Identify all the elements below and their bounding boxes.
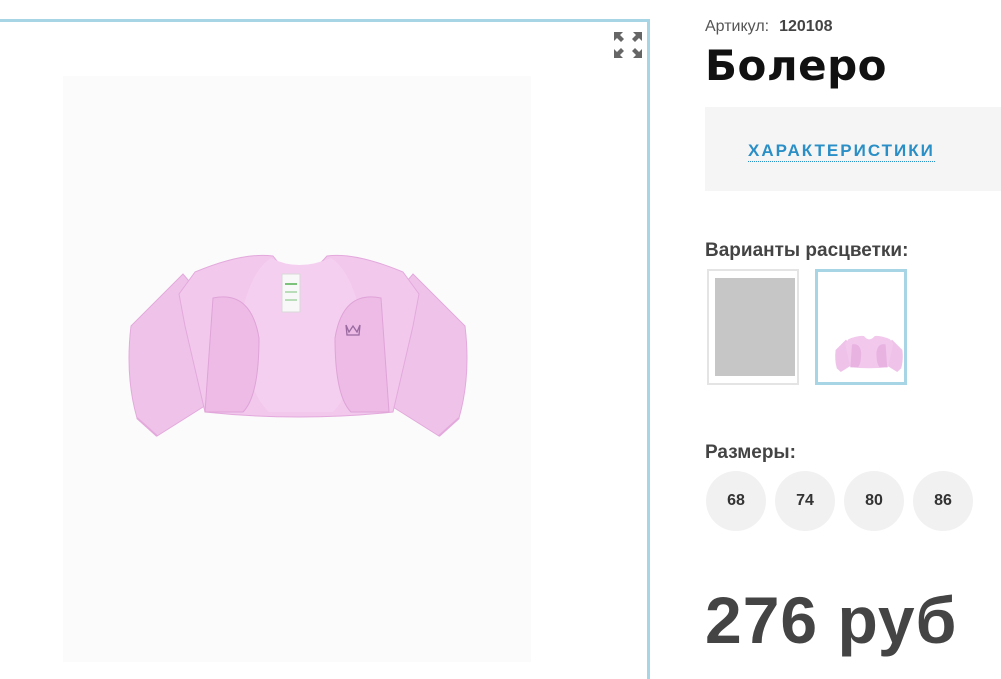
swatch-pink-image: [835, 335, 903, 372]
product-price: 276 руб: [705, 583, 958, 657]
sku-label: Артикул:: [705, 18, 770, 35]
sku: Артикул: 120108: [705, 18, 832, 36]
swatch-gray-image: [715, 278, 795, 376]
size-option-68[interactable]: 68: [706, 471, 766, 531]
fullscreen-expand-icon[interactable]: [611, 29, 645, 61]
bolero-garment: [128, 254, 468, 437]
product-info-panel: Артикул: 120108 Болеро ХАРАКТЕРИСТИКИ Вар…: [705, 0, 1001, 662]
color-variants-label: Варианты расцветки:: [705, 240, 909, 261]
product-title: Болеро: [705, 41, 888, 90]
sizes-label: Размеры:: [705, 442, 796, 463]
product-photo[interactable]: [63, 76, 531, 662]
characteristics-tab-box: ХАРАКТЕРИСТИКИ: [705, 107, 1001, 191]
color-swatch-gray[interactable]: [707, 269, 799, 385]
characteristics-tab[interactable]: ХАРАКТЕРИСТИКИ: [748, 141, 935, 162]
size-option-74[interactable]: 74: [775, 471, 835, 531]
color-swatch-pink[interactable]: [815, 269, 907, 385]
size-option-80[interactable]: 80: [844, 471, 904, 531]
size-option-86[interactable]: 86: [913, 471, 973, 531]
sku-value: 120108: [779, 18, 833, 35]
